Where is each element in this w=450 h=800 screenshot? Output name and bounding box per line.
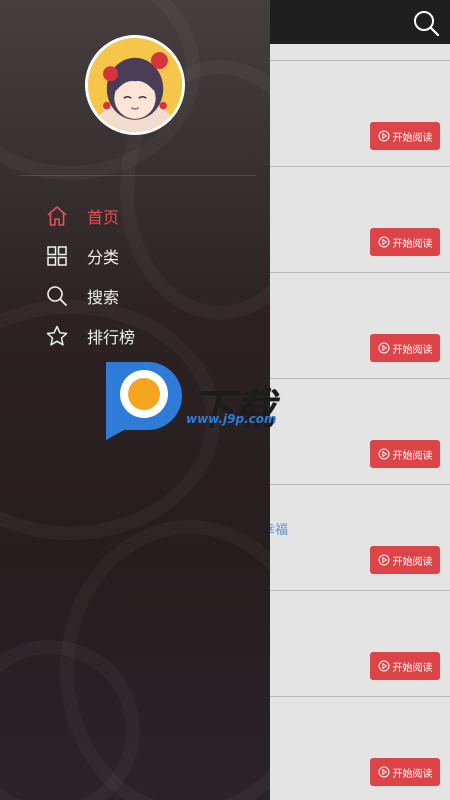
home-icon (47, 206, 67, 226)
start-reading-label: 开始阅读 (392, 344, 433, 356)
play-icon (378, 660, 389, 672)
menu-item-search[interactable]: 搜索 (0, 276, 270, 316)
watermark-text: 下载 (192, 385, 275, 434)
watermark-logo-icon (106, 362, 182, 440)
watermark: 下载 www.j9p.com (96, 352, 366, 452)
menu-item-ranking[interactable]: 排行榜 (0, 316, 270, 356)
start-reading-button[interactable]: 开始阅读 (370, 122, 440, 150)
search-button[interactable] (412, 9, 440, 37)
drawer-divider (20, 175, 256, 176)
category-grid-icon (47, 246, 67, 266)
start-reading-label: 开始阅读 (392, 662, 433, 674)
start-reading-label: 开始阅读 (392, 556, 433, 568)
play-icon (378, 236, 389, 248)
menu-label-category: 分类 (87, 248, 120, 267)
search-icon (47, 286, 67, 306)
play-icon (378, 448, 389, 460)
user-avatar[interactable] (85, 35, 185, 135)
menu-label-home: 首页 (87, 208, 120, 227)
start-reading-button[interactable]: 开始阅读 (370, 334, 440, 362)
start-reading-button[interactable]: 开始阅读 (370, 440, 440, 468)
play-icon (378, 130, 389, 142)
menu-label-search: 搜索 (87, 288, 120, 307)
start-reading-label: 开始阅读 (392, 238, 433, 250)
play-icon (378, 766, 389, 778)
avatar-image (88, 38, 182, 132)
menu-item-home[interactable]: 首页 (0, 196, 270, 236)
drawer-menu: 首页 分类 搜索 排行榜 (0, 196, 270, 356)
start-reading-button[interactable]: 开始阅读 (370, 228, 440, 256)
watermark-url: www.j9p.com (186, 412, 277, 426)
start-reading-button[interactable]: 开始阅读 (370, 652, 440, 680)
play-icon (378, 342, 389, 354)
star-icon (46, 325, 68, 346)
start-reading-label: 开始阅读 (392, 450, 433, 462)
start-reading-button[interactable]: 开始阅读 (370, 758, 440, 786)
menu-item-category[interactable]: 分类 (0, 236, 270, 276)
start-reading-label: 开始阅读 (392, 132, 433, 144)
search-icon (414, 11, 440, 37)
start-reading-button[interactable]: 开始阅读 (370, 546, 440, 574)
start-reading-label: 开始阅读 (392, 768, 433, 780)
menu-label-ranking: 排行榜 (87, 328, 136, 347)
play-icon (378, 554, 389, 566)
